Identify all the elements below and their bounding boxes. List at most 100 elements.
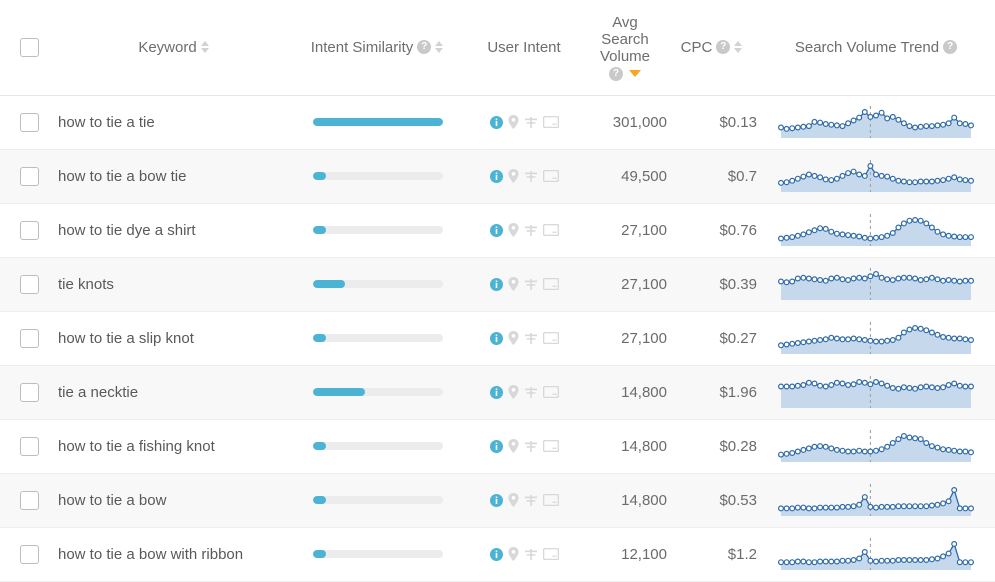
transactional-card-icon[interactable]: [543, 170, 559, 182]
sort-toggle-icon[interactable]: [435, 40, 444, 54]
help-icon[interactable]: ?: [609, 67, 623, 81]
similarity-bar-track: [313, 172, 443, 180]
local-pin-icon[interactable]: [508, 115, 519, 129]
informational-info-icon[interactable]: [490, 224, 503, 237]
commercial-compare-icon[interactable]: [524, 386, 538, 399]
keyword-cell[interactable]: how to tie a bow tie: [58, 149, 290, 203]
row-checkbox[interactable]: [20, 437, 39, 456]
cpc-value: $1.96: [719, 384, 757, 401]
similarity-bar-track: [313, 118, 443, 126]
commercial-compare-icon[interactable]: [524, 548, 538, 561]
table-row[interactable]: tie knots 27,100 $0.39: [0, 257, 995, 311]
local-pin-icon[interactable]: [508, 277, 519, 291]
commercial-compare-icon[interactable]: [524, 170, 538, 183]
transactional-card-icon[interactable]: [543, 116, 559, 128]
sparkline-chart: [757, 264, 995, 304]
row-checkbox[interactable]: [20, 329, 39, 348]
row-select-cell: [0, 311, 58, 365]
sort-descending-icon[interactable]: [629, 70, 641, 77]
keyword-cell[interactable]: how to tie a tie: [58, 95, 290, 149]
similarity-bar-fill: [313, 388, 365, 396]
help-icon[interactable]: ?: [417, 40, 431, 54]
similarity-bar-fill: [313, 172, 326, 180]
table-row[interactable]: how to tie a bow with ribbon 12,100 $1.2: [0, 527, 995, 581]
help-icon[interactable]: ?: [716, 40, 730, 54]
column-keyword[interactable]: Keyword: [58, 0, 290, 95]
row-select-cell: [0, 95, 58, 149]
commercial-compare-icon[interactable]: [524, 224, 538, 237]
table-row[interactable]: how to tie a slip knot 27,100 $0.27: [0, 311, 995, 365]
table-row[interactable]: tie a necktie 14,800 $1.96: [0, 365, 995, 419]
row-checkbox[interactable]: [20, 221, 39, 240]
avg-search-volume-cell: 27,100: [583, 203, 667, 257]
local-pin-icon[interactable]: [508, 493, 519, 507]
column-cpc[interactable]: CPC ?: [667, 0, 757, 95]
keyword-cell[interactable]: tie knots: [58, 257, 290, 311]
transactional-card-icon[interactable]: [543, 494, 559, 506]
column-cpc-label: CPC: [681, 39, 713, 56]
informational-info-icon[interactable]: [490, 548, 503, 561]
local-pin-icon[interactable]: [508, 223, 519, 237]
informational-info-icon[interactable]: [490, 494, 503, 507]
avg-search-volume-value: 301,000: [613, 114, 667, 131]
search-volume-trend-cell: [757, 203, 995, 257]
transactional-card-icon[interactable]: [543, 440, 559, 452]
table-row[interactable]: how to tie a fishing knot 14,800 $0.28: [0, 419, 995, 473]
row-checkbox[interactable]: [20, 167, 39, 186]
column-intent-similarity[interactable]: Intent Similarity ?: [290, 0, 465, 95]
informational-info-icon[interactable]: [490, 386, 503, 399]
table-row[interactable]: how to tie a bow 14,800 $0.53: [0, 473, 995, 527]
keyword-cell[interactable]: how to tie a bow with ribbon: [58, 527, 290, 581]
keyword-cell[interactable]: tie a necktie: [58, 365, 290, 419]
row-checkbox[interactable]: [20, 383, 39, 402]
avg-search-volume-value: 27,100: [621, 222, 667, 239]
row-checkbox[interactable]: [20, 545, 39, 564]
column-user-intent-label: User Intent: [487, 39, 560, 56]
local-pin-icon[interactable]: [508, 331, 519, 345]
transactional-card-icon[interactable]: [543, 278, 559, 290]
transactional-card-icon[interactable]: [543, 386, 559, 398]
avg-search-volume-value: 12,100: [621, 546, 667, 563]
commercial-compare-icon[interactable]: [524, 332, 538, 345]
commercial-compare-icon[interactable]: [524, 278, 538, 291]
local-pin-icon[interactable]: [508, 385, 519, 399]
informational-info-icon[interactable]: [490, 278, 503, 291]
table-row[interactable]: how to tie dye a shirt 27,100 $0.76: [0, 203, 995, 257]
local-pin-icon[interactable]: [508, 439, 519, 453]
informational-info-icon[interactable]: [490, 116, 503, 129]
intent-similarity-cell: [290, 149, 465, 203]
keyword-cell[interactable]: how to tie a slip knot: [58, 311, 290, 365]
transactional-card-icon[interactable]: [543, 224, 559, 236]
commercial-compare-icon[interactable]: [524, 116, 538, 129]
informational-info-icon[interactable]: [490, 440, 503, 453]
keyword-cell[interactable]: how to tie a fishing knot: [58, 419, 290, 473]
column-avg-line2: Search: [601, 31, 649, 48]
cpc-value: $0.7: [728, 168, 757, 185]
local-pin-icon[interactable]: [508, 547, 519, 561]
informational-info-icon[interactable]: [490, 170, 503, 183]
help-icon[interactable]: ?: [943, 40, 957, 54]
sort-toggle-icon[interactable]: [734, 40, 743, 54]
sort-toggle-icon[interactable]: [201, 40, 210, 54]
cpc-cell: $1.96: [667, 365, 757, 419]
row-select-cell: [0, 365, 58, 419]
intent-similarity-cell: [290, 257, 465, 311]
commercial-compare-icon[interactable]: [524, 494, 538, 507]
informational-info-icon[interactable]: [490, 332, 503, 345]
commercial-compare-icon[interactable]: [524, 440, 538, 453]
row-checkbox[interactable]: [20, 275, 39, 294]
table-row[interactable]: how to tie a tie 301,000 $0.13: [0, 95, 995, 149]
sparkline-chart: [757, 426, 995, 466]
table-row[interactable]: how to tie a bow tie 49,500 $0.7: [0, 149, 995, 203]
keyword-cell[interactable]: how to tie a bow: [58, 473, 290, 527]
keyword-cell[interactable]: how to tie dye a shirt: [58, 203, 290, 257]
row-checkbox[interactable]: [20, 113, 39, 132]
local-pin-icon[interactable]: [508, 169, 519, 183]
user-intent-cell: [465, 473, 583, 527]
column-avg-search-volume[interactable]: Avg Search Volume ?: [583, 0, 667, 95]
row-checkbox[interactable]: [20, 491, 39, 510]
select-all-checkbox[interactable]: [20, 38, 39, 57]
search-volume-trend-cell: [757, 257, 995, 311]
transactional-card-icon[interactable]: [543, 548, 559, 560]
transactional-card-icon[interactable]: [543, 332, 559, 344]
